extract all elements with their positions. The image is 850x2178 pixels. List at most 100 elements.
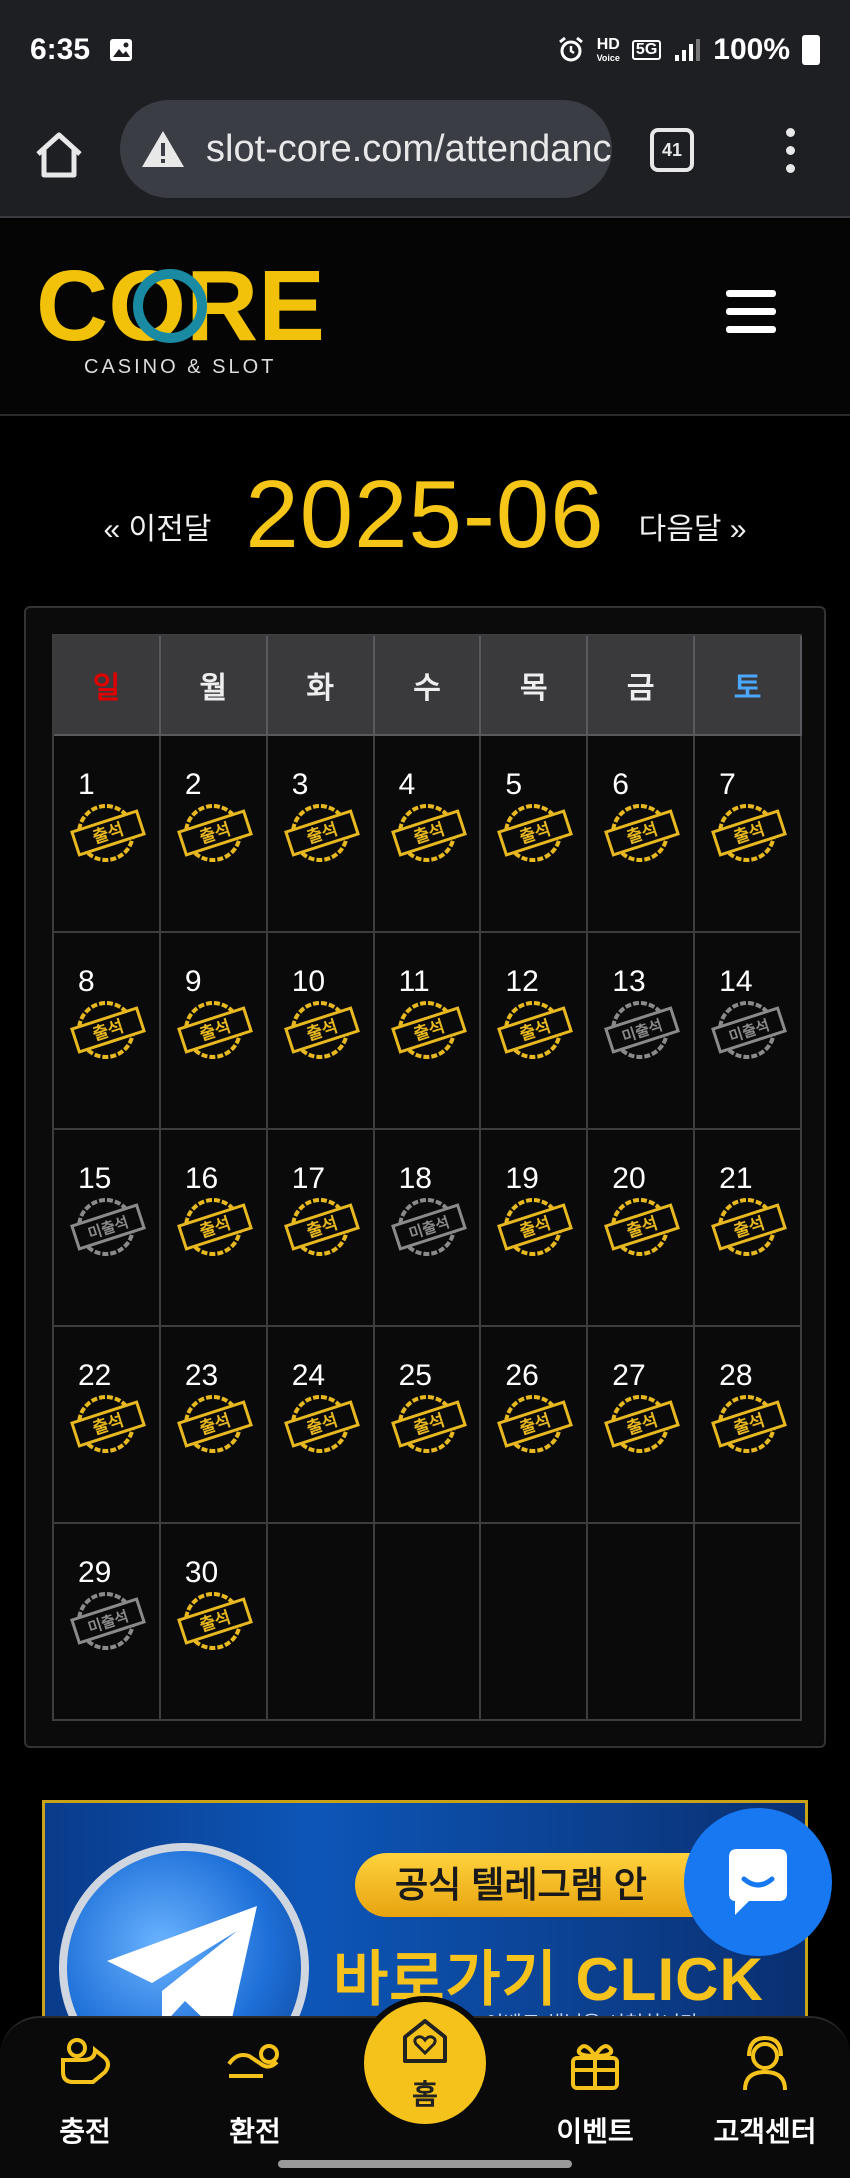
absent-stamp-icon: 미출석: [70, 1592, 146, 1650]
calendar-day-cell: 26 출석: [481, 1327, 589, 1524]
next-month-link[interactable]: 다음달 »: [639, 504, 747, 548]
live-chat-button[interactable]: [684, 1808, 832, 1956]
calendar-day-cell: 5 출석: [481, 736, 589, 933]
attended-stamp-icon: 출석: [604, 804, 681, 862]
day-number: 29: [78, 1556, 112, 1589]
gesture-bar: [278, 2160, 572, 2168]
calendar-empty-cell: [588, 1524, 696, 1721]
calendar-day-cell: 17 출석: [267, 1130, 375, 1327]
weekday-tue: 화: [267, 636, 375, 736]
calendar-empty-cell: [374, 1524, 482, 1721]
calendar-day-cell: 12 출석: [481, 933, 589, 1130]
exchange-icon: [227, 2044, 279, 2078]
tab-switcher-button[interactable]: 41: [650, 128, 694, 172]
attended-stamp-icon: 출석: [711, 1198, 788, 1256]
support-headset-icon: [743, 2035, 787, 2091]
calendar-day-cell: 18 미출석: [374, 1130, 482, 1327]
weekday-sat: 토: [695, 636, 802, 736]
day-number: 26: [505, 1359, 539, 1392]
nav-home-button[interactable]: 홈: [358, 1996, 492, 2130]
nav-support[interactable]: 고객센터: [700, 2032, 830, 2162]
calendar-day-cell: 22 출석: [54, 1327, 161, 1524]
network-type: 5G: [631, 40, 662, 60]
prev-month-link[interactable]: « 이전달: [104, 504, 212, 548]
attended-stamp-icon: 출석: [283, 1395, 360, 1453]
calendar-day-cell: 19 출석: [481, 1130, 589, 1327]
calendar-day-cell: 4 출석: [374, 736, 482, 933]
nav-exchange[interactable]: 환전: [190, 2032, 320, 2162]
core-logo-mark: CORE: [36, 258, 325, 358]
attended-stamp-icon: 출석: [176, 1198, 253, 1256]
battery-icon: [802, 35, 820, 65]
day-number: 1: [78, 768, 95, 801]
core-logo[interactable]: CORE CASINO & SLOT: [36, 258, 336, 378]
nav-home-label: 홈: [412, 2079, 438, 2110]
nav-charge[interactable]: 충전: [20, 2032, 150, 2162]
calendar-day-cell: 2 출석: [160, 736, 268, 933]
day-number: 24: [291, 1359, 326, 1392]
hamburger-menu-icon[interactable]: [726, 290, 776, 334]
address-bar[interactable]: slot-core.com/attendance: [120, 100, 612, 198]
day-number: 20: [612, 1162, 646, 1195]
calendar-empty-cell: [481, 1524, 589, 1721]
month-navigation: « 이전달 2025-06 다음달 »: [0, 460, 850, 570]
attended-stamp-icon: 출석: [497, 1001, 574, 1059]
calendar-day-cell: 3 출석: [267, 736, 375, 933]
nav-support-label: 고객센터: [713, 2116, 817, 2147]
absent-stamp-icon: 미출석: [390, 1198, 467, 1256]
calendar-empty-cell: [267, 1524, 375, 1721]
weekday-mon: 월: [160, 636, 268, 736]
telegram-logo-circle: [59, 1843, 309, 2027]
browser-home-icon[interactable]: [32, 128, 86, 182]
day-number: 5: [505, 768, 523, 801]
day-number: 14: [719, 965, 753, 998]
gallery-icon: [110, 39, 133, 61]
calendar-day-cell: 8 출석: [54, 933, 161, 1130]
day-number: 28: [719, 1359, 753, 1392]
attended-stamp-icon: 출석: [390, 1395, 467, 1453]
attended-stamp-icon: 출석: [711, 1395, 788, 1453]
attended-stamp-icon: 출석: [390, 804, 467, 862]
attended-stamp-icon: 출석: [70, 804, 146, 862]
browser-menu-icon[interactable]: [782, 128, 798, 180]
calendar-day-cell: 9 출석: [160, 933, 268, 1130]
calendar-day-cell: 11 출석: [374, 933, 482, 1130]
day-number: 13: [612, 965, 646, 998]
telegram-plane-icon: [107, 1906, 257, 2027]
day-number: 3: [291, 768, 309, 801]
status-bar: 6:35 HD Voice 5G 100%: [0, 0, 850, 100]
day-number: 30: [184, 1556, 219, 1589]
nav-event-label: 이벤트: [556, 2116, 634, 2147]
url-text[interactable]: slot-core.com/attendance: [206, 128, 612, 171]
not-secure-warning-icon[interactable]: [140, 128, 186, 170]
calendar-day-cell: 29 미출석: [54, 1524, 161, 1721]
weekday-sun: 일: [54, 636, 161, 736]
attended-stamp-icon: 출석: [70, 1395, 146, 1453]
absent-stamp-icon: 미출석: [70, 1198, 146, 1256]
calendar-day-cell: 7 출석: [695, 736, 802, 933]
attended-stamp-icon: 출석: [283, 1001, 360, 1059]
battery-percent: 100%: [713, 33, 790, 66]
nav-event[interactable]: 이벤트: [530, 2032, 660, 2162]
status-right: HD Voice 5G 100%: [557, 33, 820, 67]
day-number: 4: [398, 768, 416, 801]
weekday-fri: 금: [588, 636, 696, 736]
alarm-icon: [558, 36, 583, 62]
calendar-day-cell: 27 출석: [588, 1327, 696, 1524]
signal-icon: [675, 39, 701, 61]
attended-stamp-icon: 출석: [283, 1198, 360, 1256]
day-number: 9: [184, 965, 202, 998]
browser-toolbar: slot-core.com/attendance 41: [0, 100, 850, 218]
day-number: 19: [505, 1162, 539, 1195]
calendar-day-cell: 13 미출석: [588, 933, 696, 1130]
calendar-grid: 일 월 화 수 목 금 토 1 출석 2 출석 3 출석 4 출석 5 출석 6 출석 7 출석 8 출석 9 출…: [52, 634, 802, 1721]
calendar-day-cell: 25 출석: [374, 1327, 482, 1524]
day-number: 21: [719, 1162, 753, 1195]
day-number: 27: [612, 1359, 646, 1392]
calendar-empty-cell: [695, 1524, 802, 1721]
attended-stamp-icon: 출석: [283, 804, 360, 862]
home-heart-icon: [403, 2019, 447, 2063]
day-number: 2: [184, 768, 202, 801]
hd-voice-indicator: HD Voice: [596, 36, 620, 64]
attended-stamp-icon: 출석: [497, 804, 574, 862]
